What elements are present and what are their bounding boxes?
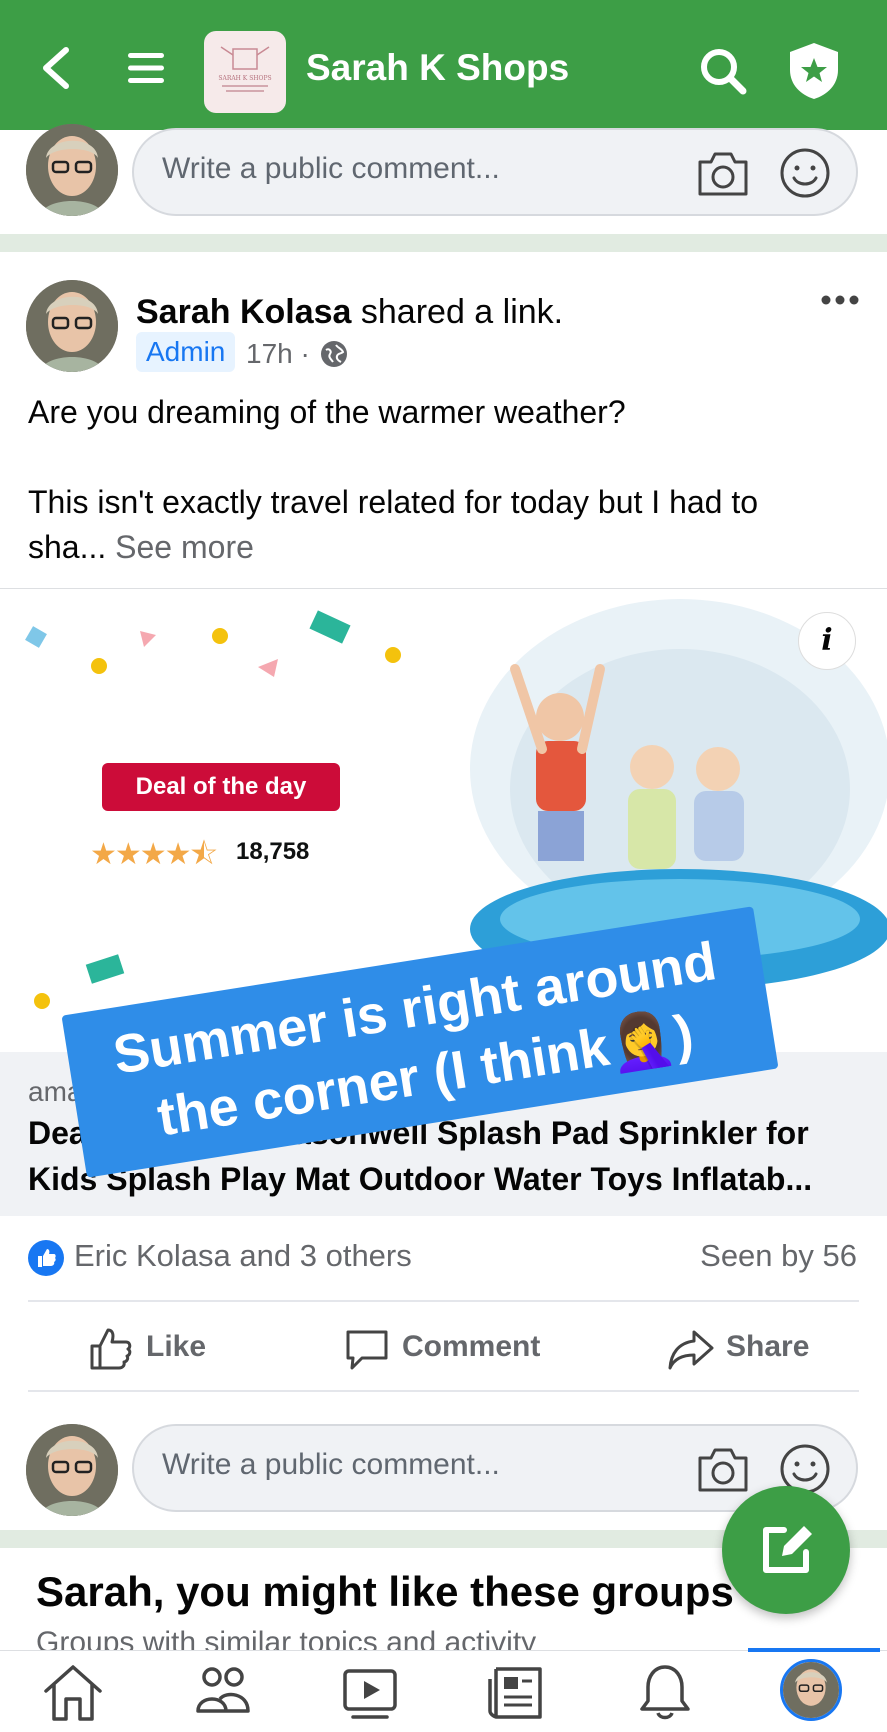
camera-icon[interactable] — [696, 148, 750, 198]
seen-count[interactable]: Seen by 56 — [700, 1238, 857, 1274]
group-name[interactable]: Sarah K Shops — [306, 44, 569, 92]
comment-input[interactable]: Write a public comment... — [132, 128, 858, 216]
like-label: Like — [146, 1330, 207, 1363]
see-more-link[interactable]: See more — [115, 529, 254, 565]
back-icon[interactable] — [36, 44, 76, 92]
post-text-line: sha... See more — [28, 525, 254, 569]
video-icon[interactable] — [335, 1659, 405, 1725]
more-icon[interactable] — [820, 290, 860, 310]
post-time[interactable]: 17h · — [246, 338, 310, 369]
avatar[interactable] — [26, 1424, 118, 1516]
like-reaction-icon — [28, 1240, 64, 1276]
emoji-icon[interactable] — [778, 146, 832, 200]
bottom-nav — [0, 1650, 887, 1732]
post-text-line: This isn't exactly travel related for to… — [28, 484, 759, 520]
share-label: Share — [726, 1330, 810, 1363]
comment-label: Comment — [402, 1330, 541, 1363]
comment-placeholder: Write a public comment... — [162, 1448, 500, 1481]
compose-button[interactable] — [722, 1486, 850, 1614]
active-tab-indicator — [748, 1648, 880, 1652]
post-text-truncated: sha... — [28, 529, 116, 565]
post-action-text: shared a link. — [351, 293, 564, 331]
review-count: 18,758 — [236, 838, 310, 865]
deal-of-day-badge: Deal of the day — [102, 763, 340, 811]
suggestions-title: Sarah, you might like these groups — [36, 1568, 734, 1615]
like-icon — [90, 1328, 132, 1370]
avatar[interactable] — [26, 124, 118, 216]
author-avatar[interactable] — [26, 280, 118, 372]
profile-tab-avatar[interactable] — [780, 1659, 842, 1721]
compose-icon — [763, 1526, 812, 1573]
author-name[interactable]: Sarah Kolasa — [136, 293, 351, 331]
divider — [28, 1300, 859, 1302]
post-text-line: Are you dreaming of the warmer weather? — [28, 394, 626, 430]
like-button[interactable]: Like — [86, 1320, 236, 1380]
rating-stars: ★★★★⯪ — [90, 838, 218, 871]
reactions-text: Eric Kolasa and 3 others — [74, 1238, 412, 1273]
groups-icon[interactable] — [188, 1659, 258, 1725]
home-icon[interactable] — [38, 1659, 108, 1725]
top-bar: SARAH K SHOPS Sarah K Shops — [0, 0, 887, 130]
share-icon — [668, 1330, 714, 1370]
post-author-line: Sarah Kolasa shared a link. — [136, 290, 563, 334]
group-logo[interactable]: SARAH K SHOPS — [204, 31, 286, 113]
admin-badge: Admin — [136, 332, 236, 372]
comment-icon — [346, 1330, 388, 1370]
menu-icon[interactable] — [126, 48, 166, 88]
share-button[interactable]: Share — [666, 1320, 836, 1380]
post-meta: 17h · — [246, 338, 348, 370]
info-icon[interactable]: i — [798, 612, 856, 670]
section-separator — [0, 234, 887, 252]
comment-button[interactable]: Comment — [342, 1320, 562, 1380]
comment-placeholder: Write a public comment... — [162, 152, 500, 185]
search-icon[interactable] — [698, 46, 748, 96]
shield-star-icon[interactable] — [786, 40, 842, 102]
bell-icon[interactable] — [630, 1659, 700, 1725]
globe-icon — [320, 341, 347, 367]
news-icon[interactable] — [482, 1659, 552, 1725]
divider — [28, 1390, 859, 1392]
logo-text: SARAH K SHOPS — [218, 75, 271, 82]
